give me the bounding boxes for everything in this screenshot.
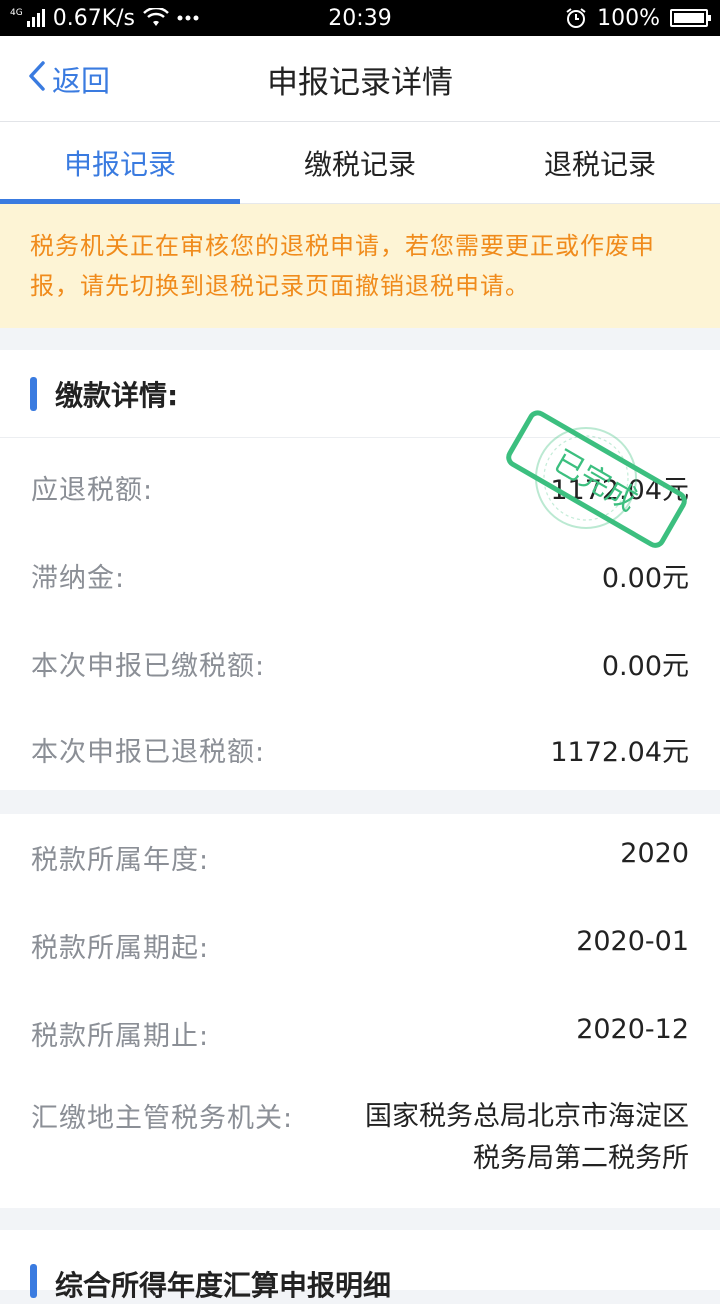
tax-year-value: 2020 — [620, 838, 689, 869]
battery-fill — [674, 13, 704, 23]
wifi-icon — [143, 8, 169, 28]
tax-authority-value: 国家税务总局北京市海淀区税务局第二税务所 — [365, 1101, 689, 1174]
status-right: 100% — [565, 0, 711, 36]
refunded-tax-row: 本次申报已退税额: 1172.04元 — [0, 730, 720, 769]
payment-details-card: 缴款详情: 应退税额: 1172.04元 滞纳金: 0.00元 本次申报已缴税额… — [0, 350, 720, 790]
signal-icon: 4G — [10, 9, 45, 27]
refund-amount-row: 应退税额: 1172.04元 — [0, 468, 720, 507]
more-dots-icon — [177, 15, 199, 21]
paid-tax-row: 本次申报已缴税额: 0.00元 — [0, 644, 720, 683]
period-start-label: 税款所属期起: — [31, 933, 210, 964]
battery-percent: 100% — [597, 5, 660, 31]
period-start-row: 税款所属期起: 2020-01 — [0, 926, 720, 965]
period-end-value: 2020-12 — [576, 1014, 689, 1045]
tax-period-card: 税款所属年度: 2020 税款所属期起: 2020-01 税款所属期止: 202… — [0, 814, 720, 1208]
tax-year-row: 税款所属年度: 2020 — [0, 838, 720, 877]
network-type: 4G — [10, 8, 23, 18]
late-fee-row: 滞纳金: 0.00元 — [0, 556, 720, 595]
tab-bar: 申报记录 缴税记录 退税记录 — [0, 122, 720, 204]
refund-amount-value: 1172.04元 — [550, 475, 689, 506]
late-fee-label: 滞纳金: — [31, 563, 126, 594]
period-end-row: 税款所属期止: 2020-12 — [0, 1014, 720, 1053]
status-bar: 4G 0.67K/s 20:39 100% — [0, 0, 720, 36]
payment-section-title: 缴款详情: — [55, 378, 179, 412]
tax-year-label: 税款所属年度: — [31, 845, 210, 876]
detail-section-header: 综合所得年度汇算申报明细 — [0, 1230, 720, 1302]
status-left: 4G 0.67K/s — [10, 0, 199, 36]
late-fee-value: 0.00元 — [601, 563, 689, 594]
tab-payment-records[interactable]: 缴税记录 — [240, 122, 480, 203]
network-speed: 0.67K/s — [52, 5, 135, 31]
section-accent-bar — [30, 376, 37, 411]
paid-tax-value: 0.00元 — [601, 651, 689, 682]
paid-tax-label: 本次申报已缴税额: — [31, 651, 266, 682]
period-end-label: 税款所属期止: — [31, 1021, 210, 1052]
refunded-tax-label: 本次申报已退税额: — [31, 737, 266, 768]
annual-detail-card: 综合所得年度汇算申报明细 — [0, 1230, 720, 1302]
tax-authority-label: 汇缴地主管税务机关: — [31, 1103, 294, 1134]
section-accent-bar — [30, 1264, 37, 1298]
tab-declaration-records[interactable]: 申报记录 — [0, 122, 240, 204]
refund-amount-label: 应退税额: — [31, 475, 154, 506]
period-start-value: 2020-01 — [576, 926, 689, 957]
payment-section-header: 缴款详情: — [0, 350, 720, 438]
detail-section-title: 综合所得年度汇算申报明细 — [55, 1269, 392, 1302]
tab-refund-records[interactable]: 退税记录 — [480, 122, 720, 203]
page-title: 申报记录详情 — [267, 64, 453, 101]
tax-authority-row: 汇缴地主管税务机关: 国家税务总局北京市海淀区税务局第二税务所 — [0, 1096, 720, 1180]
refund-review-notice: 税务机关正在审核您的退税申请，若您需要更正或作废申报，请先切换到退税记录页面撤销… — [0, 204, 720, 328]
battery-icon — [670, 9, 711, 27]
refunded-tax-value: 1172.04元 — [550, 737, 689, 768]
header: 返回 申报记录详情 — [0, 36, 720, 122]
alarm-icon — [565, 7, 587, 29]
